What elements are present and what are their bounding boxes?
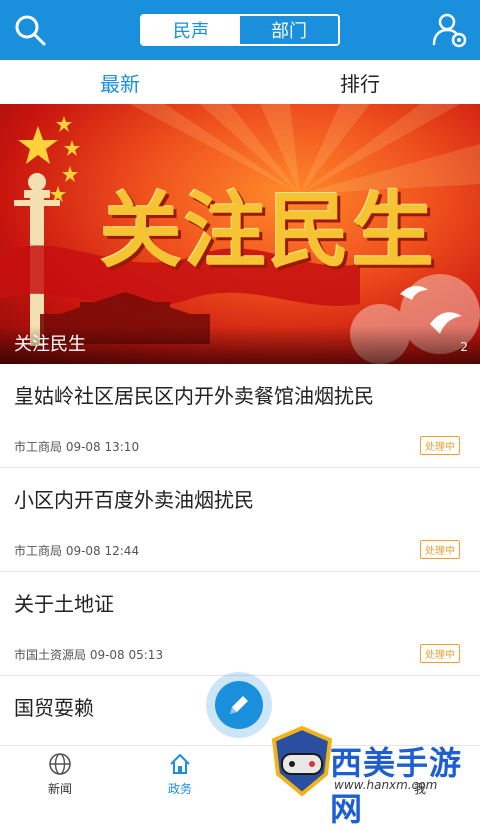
banner-carousel[interactable]: 关注民生 关注民生 2 bbox=[0, 104, 480, 364]
list-item[interactable]: 小区内开百度外卖油烟扰民 市工商局 09-08 12:44 处理中 bbox=[0, 468, 480, 572]
compose-button[interactable] bbox=[206, 672, 272, 738]
status-badge: 处理中 bbox=[420, 436, 460, 455]
fab-circle bbox=[215, 681, 263, 729]
globe-icon bbox=[49, 753, 71, 775]
item-title: 关于土地证 bbox=[14, 592, 114, 616]
user-settings-icon[interactable] bbox=[428, 8, 472, 52]
status-badge: 处理中 bbox=[420, 540, 460, 559]
list-item[interactable]: 关于土地证 市国土资源局 09-08 05:13 处理中 bbox=[0, 572, 480, 676]
list-item[interactable]: 皇姑岭社区居民区内开外卖餐馆油烟扰民 市工商局 09-08 13:10 处理中 bbox=[0, 364, 480, 468]
item-meta: 市工商局 09-08 13:10 bbox=[14, 440, 140, 454]
search-icon[interactable] bbox=[8, 8, 52, 52]
banner-caption: 关注民生 bbox=[14, 334, 86, 355]
item-title: 小区内开百度外卖油烟扰民 bbox=[14, 488, 254, 512]
item-meta: 市国土资源局 09-08 05:13 bbox=[14, 648, 164, 662]
watermark: 西美手游网 www.hanxm.com bbox=[270, 718, 480, 828]
item-meta: 市工商局 09-08 12:44 bbox=[14, 544, 140, 558]
tab-latest[interactable]: 最新 bbox=[0, 60, 240, 104]
item-title: 国贸耍赖 bbox=[14, 696, 94, 720]
watermark-url: www.hanxm.com bbox=[334, 778, 438, 792]
item-title: 皇姑岭社区居民区内开外卖餐馆油烟扰民 bbox=[14, 384, 374, 408]
pencil-icon bbox=[230, 696, 248, 714]
banner-title: 关注民生 bbox=[100, 183, 437, 279]
segment-bumen[interactable]: 部门 bbox=[240, 16, 338, 44]
segment-switch: 民声 部门 bbox=[140, 14, 340, 46]
tab-ranking[interactable]: 排行 bbox=[240, 60, 480, 104]
nav-news[interactable]: 新闻 bbox=[20, 752, 100, 798]
watermark-logo bbox=[271, 726, 333, 796]
status-badge: 处理中 bbox=[420, 644, 460, 663]
nav-gov[interactable]: 政务 bbox=[140, 752, 220, 798]
segment-minsheng[interactable]: 民声 bbox=[142, 16, 240, 44]
home-icon bbox=[170, 754, 190, 774]
nav-news-label: 新闻 bbox=[47, 782, 72, 796]
banner-caption-bar: 关注民生 2 bbox=[0, 326, 480, 364]
sub-tab-bar: 最新 排行 bbox=[0, 60, 480, 104]
top-app-bar: 民声 部门 bbox=[0, 0, 480, 60]
nav-gov-label: 政务 bbox=[167, 782, 192, 796]
banner-page-indicator: 2 bbox=[460, 340, 468, 354]
